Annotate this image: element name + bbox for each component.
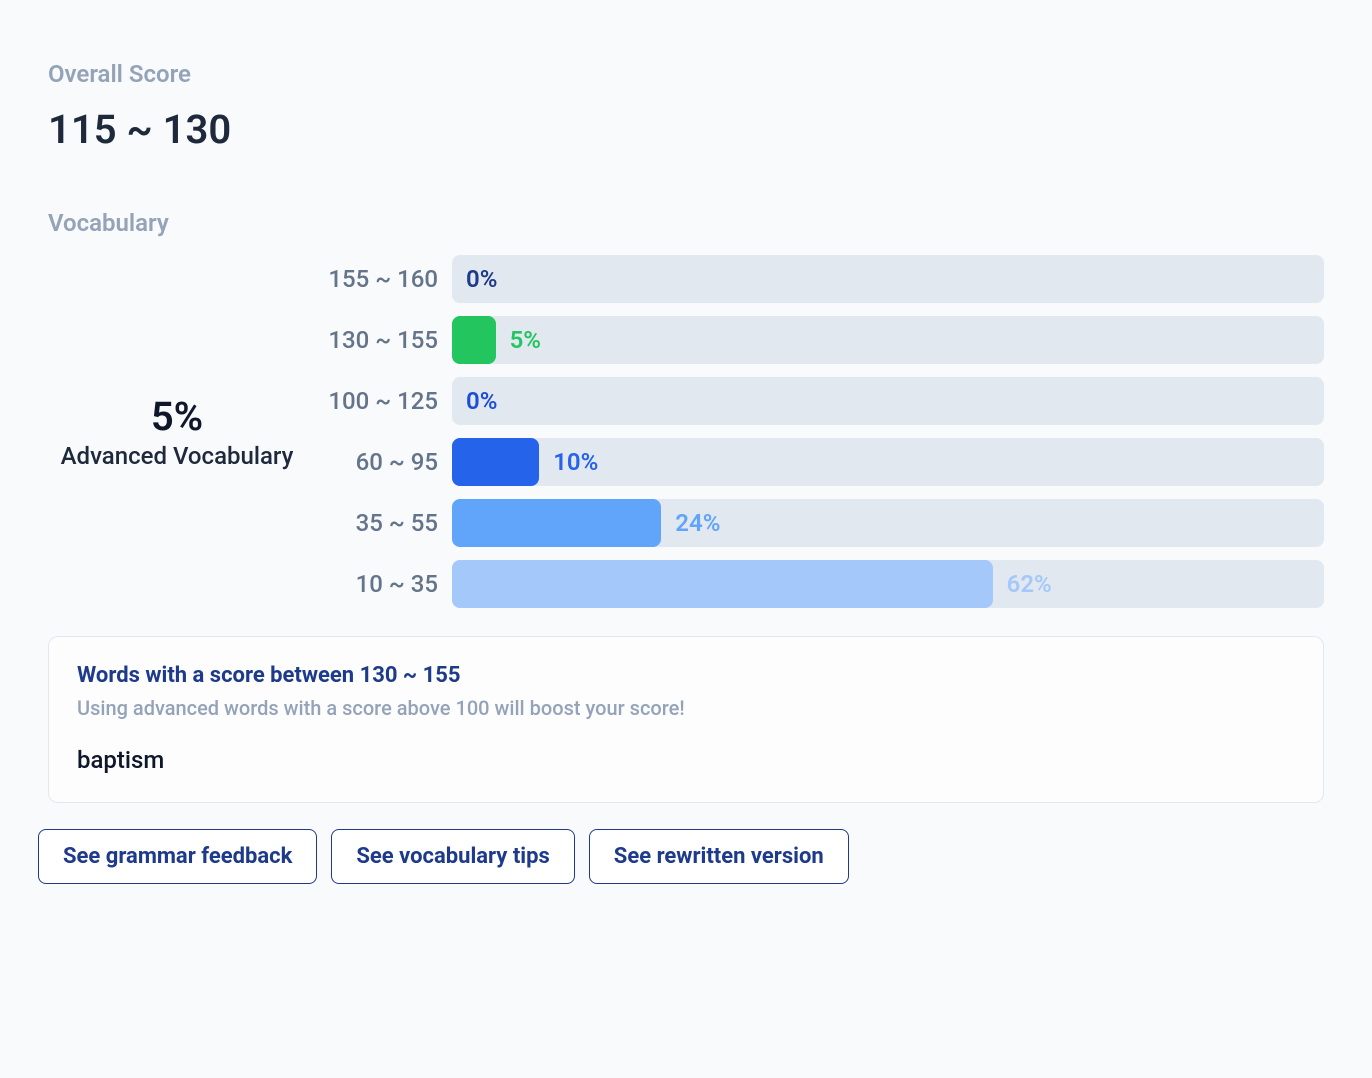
bar-row: 100 ~ 125 0% bbox=[326, 377, 1324, 425]
bar-track: 5% bbox=[452, 316, 1324, 364]
rewritten-version-button[interactable]: See rewritten version bbox=[589, 829, 849, 884]
bar-value-label: 24% bbox=[675, 509, 720, 537]
bar-value-label: 0% bbox=[466, 387, 497, 415]
bar-fill bbox=[452, 316, 496, 364]
overall-score-section: Overall Score 115 ~ 130 bbox=[48, 60, 1324, 153]
word-info-card: Words with a score between 130 ~ 155 Usi… bbox=[48, 636, 1324, 803]
bar-value-label: 0% bbox=[466, 265, 497, 293]
bar-track: 0% bbox=[452, 377, 1324, 425]
vocabulary-label: Vocabulary bbox=[48, 209, 1324, 237]
word-info-subtitle: Using advanced words with a score above … bbox=[77, 696, 1295, 720]
bar-track: 0% bbox=[452, 255, 1324, 303]
bar-track: 62% bbox=[452, 560, 1324, 608]
bar-row: 130 ~ 155 5% bbox=[326, 316, 1324, 364]
word-info-word: baptism bbox=[77, 746, 1295, 774]
bar-value-label: 62% bbox=[1007, 570, 1052, 598]
grammar-feedback-button[interactable]: See grammar feedback bbox=[38, 829, 317, 884]
bar-fill bbox=[452, 499, 661, 547]
bar-value-label: 5% bbox=[510, 326, 541, 354]
advanced-vocab-summary: 5% Advanced Vocabulary bbox=[48, 393, 306, 470]
bar-row: 155 ~ 160 0% bbox=[326, 255, 1324, 303]
bar-range-label: 130 ~ 155 bbox=[326, 326, 438, 354]
bar-fill bbox=[452, 560, 993, 608]
bar-range-label: 10 ~ 35 bbox=[326, 570, 438, 598]
bar-range-label: 155 ~ 160 bbox=[326, 265, 438, 293]
overall-score-value: 115 ~ 130 bbox=[48, 106, 1324, 153]
bar-range-label: 60 ~ 95 bbox=[326, 448, 438, 476]
vocabulary-section: Vocabulary 5% Advanced Vocabulary 155 ~ … bbox=[48, 209, 1324, 884]
advanced-vocab-pct: 5% bbox=[48, 393, 306, 440]
word-info-title: Words with a score between 130 ~ 155 bbox=[77, 663, 1295, 688]
action-buttons: See grammar feedback See vocabulary tips… bbox=[38, 829, 1324, 884]
bar-fill bbox=[452, 438, 539, 486]
bar-range-label: 35 ~ 55 bbox=[326, 509, 438, 537]
bar-row: 60 ~ 95 10% bbox=[326, 438, 1324, 486]
bar-value-label: 10% bbox=[553, 448, 598, 476]
bar-row: 35 ~ 55 24% bbox=[326, 499, 1324, 547]
bar-track: 24% bbox=[452, 499, 1324, 547]
vocabulary-tips-button[interactable]: See vocabulary tips bbox=[331, 829, 574, 884]
vocabulary-chart: 5% Advanced Vocabulary 155 ~ 160 0% 130 ~ … bbox=[48, 255, 1324, 608]
bar-chart: 155 ~ 160 0% 130 ~ 155 5% 100 ~ 125 0% 60 ~ 95… bbox=[326, 255, 1324, 608]
bar-range-label: 100 ~ 125 bbox=[326, 387, 438, 415]
bar-row: 10 ~ 35 62% bbox=[326, 560, 1324, 608]
overall-score-label: Overall Score bbox=[48, 60, 1324, 88]
advanced-vocab-label: Advanced Vocabulary bbox=[48, 442, 306, 470]
bar-track: 10% bbox=[452, 438, 1324, 486]
